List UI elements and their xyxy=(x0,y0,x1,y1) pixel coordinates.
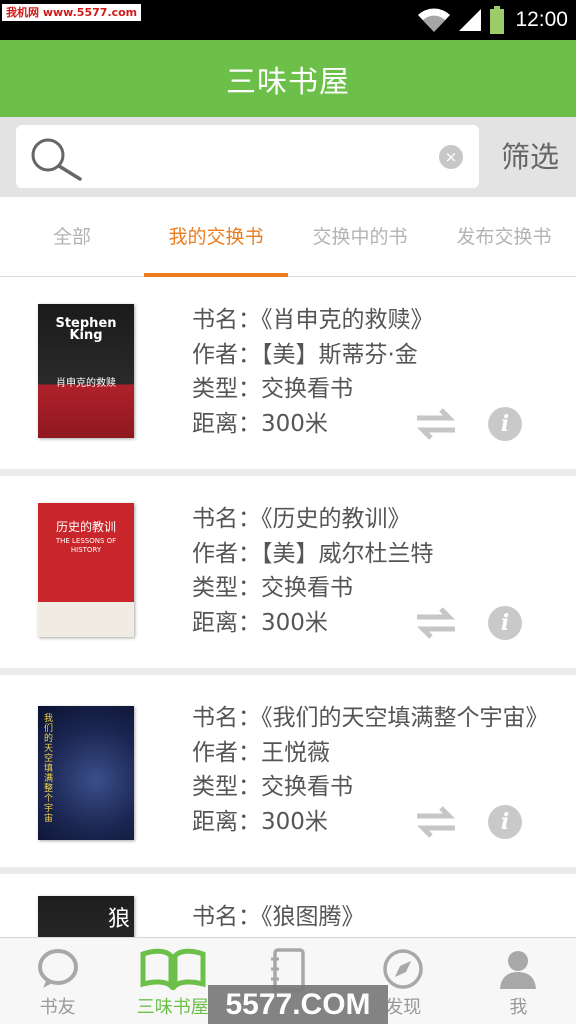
watermark-logo: 5577.COM xyxy=(208,985,388,1024)
cover-subtitle: 肖申克的救赎 xyxy=(56,378,116,389)
search-icon xyxy=(31,138,82,181)
book-card[interactable]: 历史的教训 THE LESSONS OF HISTORY 书名：《历史的教训》 … xyxy=(0,476,576,668)
clear-icon[interactable]: × xyxy=(439,145,463,169)
info-icon[interactable]: i xyxy=(488,805,522,839)
book-cover-image: Stephen King 肖申克的救赎 xyxy=(38,304,134,438)
battery-icon xyxy=(490,6,505,34)
search-bar: × 筛选 xyxy=(0,117,576,197)
open-book-icon xyxy=(140,948,206,990)
compass-icon xyxy=(383,949,423,989)
cover-title: 我们的天空填满整个宇宙 xyxy=(44,714,54,824)
book-title: 书名：《历史的教训》 xyxy=(192,506,411,532)
nav-label: 书友 xyxy=(39,997,76,1018)
cover-title: Stephen King xyxy=(55,316,117,343)
page-title: 三味书屋 xyxy=(226,64,350,100)
watermark-tag: 我机网 www.5577.com xyxy=(2,4,142,21)
book-author: 作者：【美】斯蒂芬·金 xyxy=(192,341,418,368)
tab-exchanging-books[interactable]: 交换中的书 xyxy=(288,197,432,276)
status-time: 12:00 xyxy=(515,8,568,31)
cover-subtitle: THE LESSONS OF HISTORY xyxy=(55,537,117,554)
book-cover-image: 狼 xyxy=(38,896,134,937)
swap-icon[interactable] xyxy=(413,606,459,640)
info-icon[interactable]: i xyxy=(488,407,522,441)
book-list: Stephen King 肖申克的救赎 书名：《肖申克的救赎》 作者：【美】斯蒂… xyxy=(0,277,576,937)
book-card[interactable]: 我们的天空填满整个宇宙 书名：《我们的天空填满整个宇宙》 作者：王悦薇 类型：交… xyxy=(0,675,576,867)
book-distance: 距离：300米 xyxy=(192,808,328,835)
cover-title: 狼 xyxy=(107,907,130,932)
info-icon[interactable]: i xyxy=(488,606,522,640)
search-input[interactable] xyxy=(96,135,436,178)
filter-button[interactable]: 筛选 xyxy=(490,133,570,181)
book-type: 类型：交换看书 xyxy=(192,774,353,800)
tab-publish-exchange-book[interactable]: 发布交换书 xyxy=(432,197,576,276)
book-title: 书名：《我们的天空填满整个宇宙》 xyxy=(192,705,549,731)
nav-label: 我 xyxy=(509,997,528,1018)
status-bar: 我机网 www.5577.com 12:00 xyxy=(0,0,576,40)
wifi-icon xyxy=(418,8,451,32)
tab-bar: 全部 我的交换书 交换中的书 发布交换书 xyxy=(0,197,576,277)
book-card[interactable]: Stephen King 肖申克的救赎 书名：《肖申克的救赎》 作者：【美】斯蒂… xyxy=(0,277,576,469)
book-distance: 距离：300米 xyxy=(192,410,328,437)
person-icon xyxy=(500,951,537,989)
status-icons: 12:00 xyxy=(417,0,568,40)
book-author: 作者：王悦薇 xyxy=(192,739,330,766)
book-type: 类型：交换看书 xyxy=(192,575,353,601)
book-distance: 距离：300米 xyxy=(192,609,328,636)
book-title: 书名：《狼图腾》 xyxy=(192,904,365,930)
book-cover-image: 历史的教训 THE LESSONS OF HISTORY xyxy=(38,503,134,637)
chat-bubble-icon xyxy=(37,949,78,988)
swap-icon[interactable] xyxy=(413,805,459,839)
nav-item-book-friends[interactable]: 书友 xyxy=(0,938,115,1024)
book-title: 书名：《肖申克的救赎》 xyxy=(192,307,434,333)
nav-item-me[interactable]: 我 xyxy=(461,938,576,1024)
book-cover-image: 我们的天空填满整个宇宙 xyxy=(38,706,134,840)
search-box[interactable]: × xyxy=(16,125,479,188)
cover-title: 历史的教训 xyxy=(55,520,116,534)
tab-all[interactable]: 全部 xyxy=(0,197,144,276)
book-card[interactable]: 狼 书名：《狼图腾》 xyxy=(0,874,576,937)
title-bar: 三味书屋 xyxy=(0,40,576,117)
book-author: 作者：【美】威尔杜兰特 xyxy=(192,540,434,567)
tab-my-exchange-books[interactable]: 我的交换书 xyxy=(144,197,288,277)
signal-icon xyxy=(459,9,482,31)
book-type: 类型：交换看书 xyxy=(192,376,353,402)
swap-icon[interactable] xyxy=(413,407,459,441)
